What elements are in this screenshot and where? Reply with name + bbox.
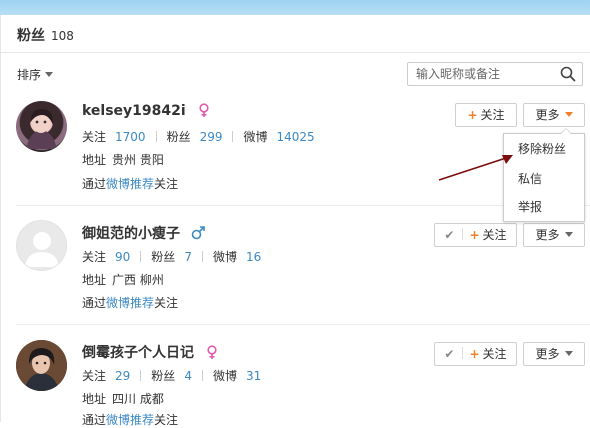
menu-item-remove-fan[interactable]: 移除粉丝 bbox=[518, 140, 566, 157]
list-item: 倒霉孩子个人日记 关注 29 粉丝 4 微博 31 地址 四川 成都 通过微博推荐关注 ✔ +… bbox=[0, 325, 590, 427]
fans-label: 粉丝 bbox=[166, 130, 191, 144]
more-button[interactable]: 更多 bbox=[523, 103, 585, 127]
follow-button-label: 关注 bbox=[480, 108, 505, 122]
avatar[interactable] bbox=[16, 101, 67, 152]
recommend-link[interactable]: 微博推荐 bbox=[106, 413, 154, 427]
list-item: 御姐范的小瘦子 关注 90 粉丝 7 微博 16 地址 广西 柳州 通过微博推荐关注 ✔ + 关… bbox=[0, 206, 590, 324]
weibo-count[interactable]: 31 bbox=[246, 369, 261, 383]
user-name[interactable]: kelsey19842i bbox=[82, 103, 211, 119]
more-dropdown-menu: 移除粉丝 私信 举报 bbox=[503, 128, 585, 222]
user-address: 地址 贵州 贵阳 bbox=[82, 151, 164, 168]
address-value: 四川 成都 bbox=[112, 392, 164, 406]
more-button[interactable]: 更多 bbox=[523, 342, 585, 366]
follow-label: 关注 bbox=[82, 130, 107, 144]
weibo-count[interactable]: 14025 bbox=[277, 130, 315, 144]
more-button-label: 更多 bbox=[535, 108, 560, 122]
female-icon bbox=[207, 345, 217, 359]
via-prefix: 通过 bbox=[82, 296, 107, 310]
avatar-image bbox=[16, 340, 67, 391]
user-stats: 关注 1700 粉丝 299 微博 14025 bbox=[82, 128, 315, 145]
stat-separator bbox=[155, 131, 157, 142]
follow-count[interactable]: 1700 bbox=[115, 130, 146, 144]
via-prefix: 通过 bbox=[82, 413, 107, 427]
follow-back-button[interactable]: ✔ + 关注 bbox=[434, 342, 517, 366]
follow-source: 通过微博推荐关注 bbox=[82, 175, 178, 192]
address-label: 地址 bbox=[82, 392, 107, 406]
menu-item-message[interactable]: 私信 bbox=[518, 170, 542, 187]
avatar[interactable] bbox=[16, 220, 67, 271]
stat-separator bbox=[140, 370, 142, 381]
more-button[interactable]: 更多 bbox=[523, 223, 585, 247]
user-name-text[interactable]: 御姐范的小瘦子 bbox=[82, 226, 180, 242]
menu-pointer-fill bbox=[561, 129, 571, 134]
address-value: 广西 柳州 bbox=[112, 273, 164, 287]
follow-button-label: 关注 bbox=[482, 347, 507, 361]
via-suffix: 关注 bbox=[154, 413, 179, 427]
address-label: 地址 bbox=[82, 153, 107, 167]
button-separator bbox=[462, 347, 464, 359]
check-icon: ✔ bbox=[444, 228, 455, 242]
menu-item-report[interactable]: 举报 bbox=[518, 198, 542, 215]
default-avatar-icon bbox=[25, 232, 59, 267]
address-label: 地址 bbox=[82, 273, 107, 287]
address-value: 贵州 贵阳 bbox=[112, 153, 164, 167]
follow-button-label: 关注 bbox=[482, 228, 507, 242]
list-item: kelsey19842i 关注 1700 粉丝 299 微博 14025 地址 贵州 贵阳 … bbox=[0, 15, 590, 205]
more-button-label: 更多 bbox=[535, 228, 560, 242]
avatar-image bbox=[26, 108, 57, 149]
user-name-text[interactable]: 倒霉孩子个人日记 bbox=[82, 345, 194, 361]
plus-icon: + bbox=[467, 108, 478, 122]
user-name[interactable]: 倒霉孩子个人日记 bbox=[82, 342, 219, 362]
fans-count-value[interactable]: 299 bbox=[200, 130, 223, 144]
check-icon: ✔ bbox=[444, 347, 455, 361]
user-name[interactable]: 御姐范的小瘦子 bbox=[82, 223, 205, 243]
stat-separator bbox=[232, 131, 234, 142]
recommend-link[interactable]: 微博推荐 bbox=[106, 296, 154, 310]
weibo-count[interactable]: 16 bbox=[246, 250, 261, 264]
button-separator bbox=[462, 228, 464, 240]
stat-separator bbox=[140, 251, 142, 262]
stat-separator bbox=[201, 370, 203, 381]
follow-back-button[interactable]: ✔ + 关注 bbox=[434, 223, 517, 247]
fans-label: 粉丝 bbox=[151, 369, 176, 383]
via-prefix: 通过 bbox=[82, 177, 107, 191]
plus-icon: + bbox=[469, 228, 480, 242]
follow-count[interactable]: 90 bbox=[115, 250, 130, 264]
follow-button[interactable]: + 关注 bbox=[455, 103, 517, 127]
stat-separator bbox=[201, 251, 203, 262]
fans-label: 粉丝 bbox=[151, 250, 176, 264]
fans-count-value[interactable]: 4 bbox=[184, 369, 192, 383]
follow-source: 通过微博推荐关注 bbox=[82, 411, 178, 428]
female-icon bbox=[198, 103, 209, 117]
follow-label: 关注 bbox=[82, 250, 107, 264]
fans-count-value[interactable]: 7 bbox=[184, 250, 192, 264]
user-stats: 关注 29 粉丝 4 微博 31 bbox=[82, 367, 261, 384]
follow-source: 通过微博推荐关注 bbox=[82, 294, 178, 311]
follow-count[interactable]: 29 bbox=[115, 369, 130, 383]
user-address: 地址 四川 成都 bbox=[82, 390, 164, 407]
top-bar bbox=[0, 0, 590, 15]
user-name-text[interactable]: kelsey19842i bbox=[82, 103, 186, 119]
weibo-label: 微博 bbox=[212, 369, 237, 383]
recommend-link[interactable]: 微博推荐 bbox=[106, 177, 154, 191]
weibo-label: 微博 bbox=[212, 250, 237, 264]
weibo-label: 微博 bbox=[243, 130, 268, 144]
chevron-down-icon bbox=[564, 232, 573, 237]
via-suffix: 关注 bbox=[154, 296, 179, 310]
via-suffix: 关注 bbox=[154, 177, 179, 191]
avatar[interactable] bbox=[16, 340, 67, 391]
chevron-down-icon bbox=[564, 351, 573, 356]
plus-icon: + bbox=[469, 347, 480, 361]
user-address: 地址 广西 柳州 bbox=[82, 271, 164, 288]
user-stats: 关注 90 粉丝 7 微博 16 bbox=[82, 248, 261, 265]
follow-label: 关注 bbox=[82, 369, 107, 383]
chevron-down-icon bbox=[564, 112, 573, 117]
male-icon bbox=[191, 226, 205, 240]
more-button-label: 更多 bbox=[535, 347, 560, 361]
